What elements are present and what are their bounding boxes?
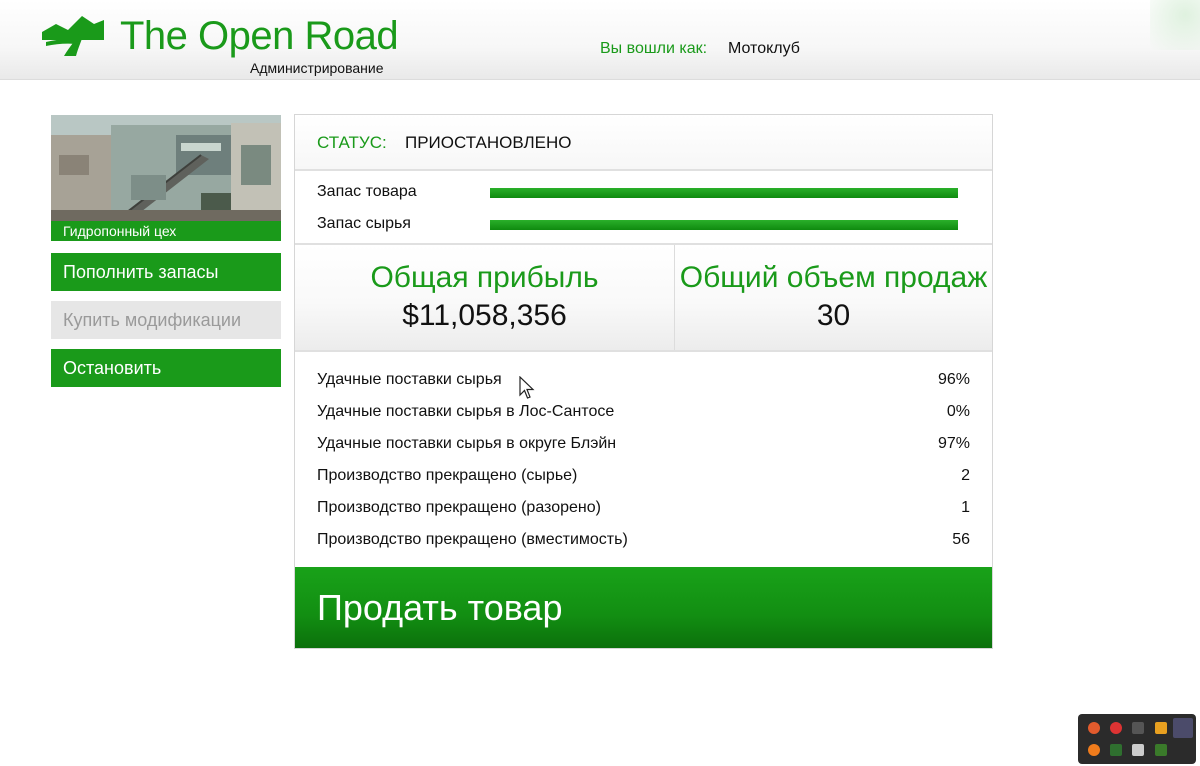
metric-row: Производство прекращено (разорено) 1: [317, 495, 970, 527]
metric-label: Удачные поставки сырья: [317, 371, 502, 388]
metric-row: Удачные поставки сырья в Лос-Сантосе 0%: [317, 399, 970, 431]
metric-value: 96%: [937, 371, 970, 388]
mouse-cursor-icon: [519, 376, 535, 399]
metric-row: Производство прекращено (вместимость) 56: [317, 527, 970, 559]
metric-label: Производство прекращено (сырье): [317, 467, 578, 484]
status-value: ПРИОСТАНОВЛЕНО: [405, 133, 572, 152]
status-row: СТАТУС: ПРИОСТАНОВЛЕНО: [295, 115, 992, 171]
feather-icon[interactable]: [1173, 718, 1193, 738]
flame-icon[interactable]: [1088, 722, 1100, 734]
login-label: Вы вошли как:: [600, 40, 708, 57]
stock-bar: [490, 188, 958, 198]
business-image: Гидропонный цех: [51, 115, 281, 241]
metric-label: Удачные поставки сырья в округе Блэйн: [317, 435, 617, 452]
nvidia-icon[interactable]: [1155, 744, 1167, 756]
metric-label: Производство прекращено (вместимость): [317, 531, 628, 548]
business-panel: СТАТУС: ПРИОСТАНОВЛЕНО Запас товара Запа…: [294, 114, 993, 649]
raw-supply-row: Запас сырья: [317, 213, 977, 237]
road-logo-icon: [42, 16, 104, 56]
profit-cell: Общая прибыль $11,058,356: [295, 245, 675, 350]
raw-label: Запас сырья: [317, 215, 411, 232]
buy-upgrades-button[interactable]: Купить модификации: [51, 301, 281, 339]
metric-label: Производство прекращено (разорено): [317, 499, 601, 516]
metric-value: 0%: [946, 403, 970, 420]
metric-value: 56: [952, 531, 970, 548]
sales-title: Общий объем продаж: [679, 261, 988, 294]
archive-icon[interactable]: [1155, 722, 1167, 734]
stop-button[interactable]: Остановить: [51, 349, 281, 387]
stock-bar-fill: [490, 188, 958, 198]
runner-icon[interactable]: [1110, 744, 1122, 756]
system-tray: [1078, 714, 1196, 764]
metric-value: 97%: [937, 435, 970, 452]
sell-goods-button[interactable]: Продать товар: [295, 567, 992, 648]
sales-cell: Общий объем продаж 30: [675, 245, 992, 350]
business-name: Гидропонный цех: [51, 221, 281, 241]
metrics-list: Удачные поставки сырья 96% Удачные поста…: [317, 367, 970, 559]
stock-label: Запас товара: [317, 183, 417, 200]
header: The Open Road Администрирование Вы вошли…: [0, 0, 1200, 80]
login-user: Мотоклуб: [728, 40, 800, 57]
stock-supply-row: Запас товара: [317, 181, 977, 205]
chrome-icon[interactable]: [1110, 722, 1122, 734]
orange-app-icon[interactable]: [1088, 744, 1100, 756]
raw-bar-fill: [490, 220, 958, 230]
telegram-icon[interactable]: [1132, 722, 1144, 734]
metric-value: 2: [961, 467, 970, 484]
profit-value: $11,058,356: [402, 299, 567, 332]
corner-glow: [1150, 0, 1200, 50]
metric-row: Производство прекращено (сырье) 2: [317, 463, 970, 495]
profit-title: Общая прибыль: [370, 261, 599, 294]
metric-row: Удачные поставки сырья 96%: [317, 367, 970, 399]
brand-title: The Open Road: [120, 14, 399, 58]
metric-value: 1: [961, 499, 970, 516]
raw-bar: [490, 220, 958, 230]
metric-row: Удачные поставки сырья в округе Блэйн 97…: [317, 431, 970, 463]
status-label: СТАТУС:: [317, 133, 387, 152]
sales-value: 30: [816, 299, 851, 332]
metric-label: Удачные поставки сырья в Лос-Сантосе: [317, 403, 615, 420]
totals-box: Общая прибыль $11,058,356 Общий объем пр…: [295, 243, 992, 352]
brand-subtitle: Администрирование: [250, 60, 384, 76]
excel-icon[interactable]: [1132, 744, 1144, 756]
restock-button[interactable]: Пополнить запасы: [51, 253, 281, 291]
